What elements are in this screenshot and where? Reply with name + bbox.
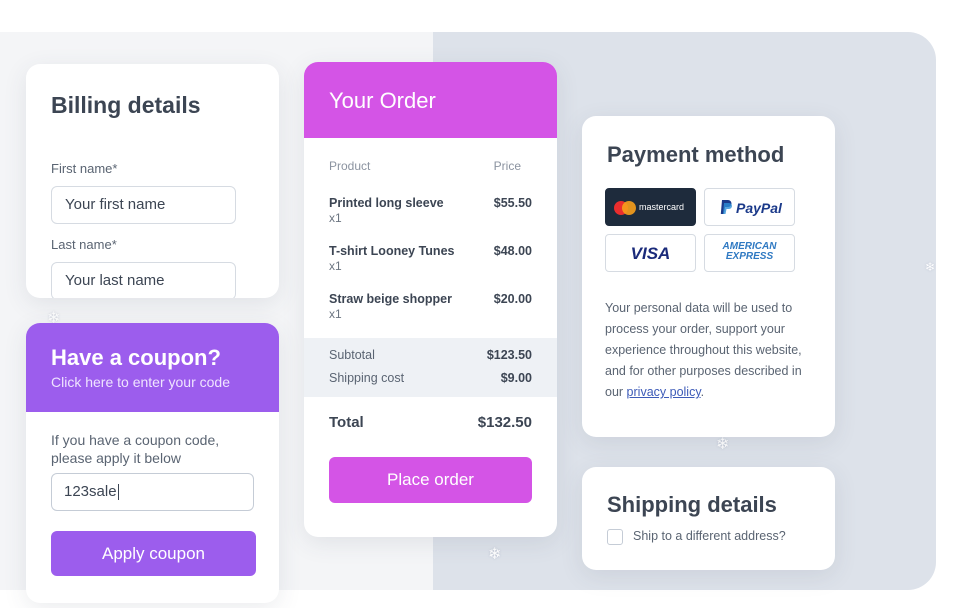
order-item-price: $55.50 [493,196,532,210]
coupon-card: Have a coupon? Click here to enter your … [26,323,279,603]
price-column-header: Price [493,159,521,173]
order-item-name: T-shirt Looney Tunes [329,244,455,258]
coupon-header[interactable]: Have a coupon? Click here to enter your … [26,323,279,412]
order-summary: Subtotal $123.50 Shipping cost $9.00 [304,338,557,397]
privacy-end: . [700,385,705,399]
shipping-title: Shipping details [607,492,777,517]
order-item-name: Printed long sleeve [329,196,444,210]
billing-details-card: Billing details First name* Your first n… [26,64,279,298]
product-column-header: Product [329,159,371,173]
snowflake-icon: ❄ [716,436,730,453]
checkout-stage: ❄ ❄ ❄ ❄ Billing details First name* Your… [0,32,936,603]
order-item-qty: x1 [329,259,342,273]
subtotal-label: Subtotal [329,348,375,362]
order-item-name: Straw beige shopper [329,292,452,306]
privacy-notice: Your personal data will be used to proce… [605,298,810,403]
place-order-button[interactable]: Place order [329,457,532,503]
last-name-field[interactable]: Your last name [51,262,236,298]
text-caret [117,484,119,501]
paypal-label: PayPal [736,200,782,216]
order-item-qty: x1 [329,307,342,321]
apply-coupon-button[interactable]: Apply coupon [51,531,256,576]
privacy-policy-link[interactable]: privacy policy [627,385,701,399]
billing-title: Billing details [51,92,201,118]
payment-method-card: Payment method mastercard PayPal VISA AM… [582,116,835,437]
paypal-option[interactable]: PayPal [704,188,795,226]
amex-line2: EXPRESS [725,251,774,262]
last-name-label: Last name* [51,237,117,252]
order-card: Your Order Product Price Printed long sl… [304,62,557,537]
paypal-logo-icon [719,199,733,215]
order-item-qty: x1 [329,211,342,225]
order-item-price: $20.00 [493,292,532,306]
visa-logo-icon: VISA [630,244,671,263]
coupon-subtitle-link[interactable]: Click here to enter your code [51,374,230,390]
snowflake-icon: ❄ [488,546,502,563]
snowflake-icon: ❄ [925,260,936,274]
shipping-cost-value: $9.00 [500,371,532,385]
coupon-code-value: 123sale [64,483,117,500]
first-name-field[interactable]: Your first name [51,186,236,224]
mastercard-option[interactable]: mastercard [605,188,696,226]
coupon-title: Have a coupon? [51,345,221,370]
first-name-label: First name* [51,161,118,176]
coupon-note: If you have a coupon code, please apply … [51,432,220,466]
ship-different-address-label[interactable]: Ship to a different address? [633,529,786,543]
ship-different-address-checkbox[interactable] [607,529,623,545]
total-value: $132.50 [477,414,532,431]
payment-title: Payment method [607,142,785,167]
order-title: Your Order [329,88,436,113]
mastercard-logo-icon [614,201,636,215]
coupon-code-input[interactable]: 123sale [51,473,254,511]
shipping-details-card: Shipping details Ship to a different add… [582,467,835,570]
shipping-cost-label: Shipping cost [329,371,405,385]
subtotal-value: $123.50 [486,348,532,362]
amex-option[interactable]: AMERICAN EXPRESS [704,234,795,272]
visa-option[interactable]: VISA [605,234,696,272]
mastercard-label: mastercard [639,202,685,212]
amex-logo-icon: AMERICAN EXPRESS [705,242,794,262]
order-item-price: $48.00 [493,244,532,258]
total-label: Total [329,414,364,431]
order-header: Your Order [304,62,557,138]
